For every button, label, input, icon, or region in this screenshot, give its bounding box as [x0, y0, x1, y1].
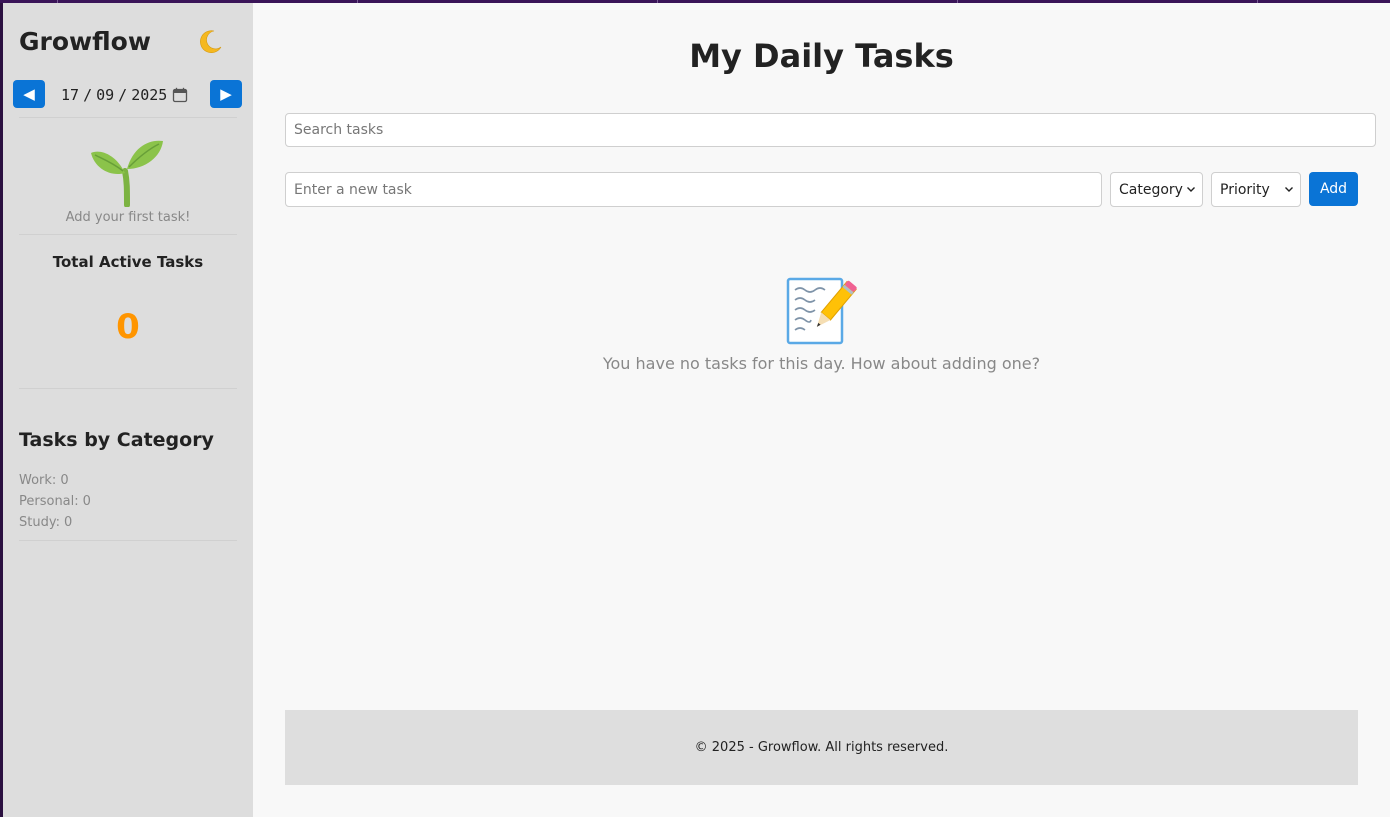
add-task-button[interactable]: Add — [1309, 172, 1358, 206]
date-picker[interactable]: 17 / 09 / 2025 — [53, 82, 203, 108]
date-separator: / — [83, 86, 93, 104]
date-month: 09 — [96, 86, 115, 104]
sidebar-divider — [19, 388, 237, 389]
category-list: Work: 0 Personal: 0 Study: 0 — [19, 470, 91, 533]
active-tasks-title: Total Active Tasks — [52, 253, 204, 271]
search-input[interactable] — [285, 113, 1376, 147]
footer-text: © 2025 - Growflow. All rights reserved. — [694, 740, 949, 755]
date-day: 17 — [61, 86, 80, 104]
chevron-down-icon — [1187, 187, 1195, 192]
moon-icon — [200, 30, 222, 53]
category-section-title: Tasks by Category — [19, 429, 214, 451]
category-select-value: Category — [1119, 181, 1183, 198]
category-select[interactable]: Category — [1110, 172, 1203, 207]
memo-icon — [786, 277, 857, 345]
category-item-study: Study: 0 — [19, 512, 91, 533]
category-item-personal: Personal: 0 — [19, 491, 91, 512]
active-tasks-count: 0 — [116, 307, 140, 347]
category-label: Personal: — [19, 494, 79, 509]
category-count: 0 — [63, 515, 73, 530]
category-count: 0 — [60, 473, 69, 488]
footer: © 2025 - Growflow. All rights reserved. — [285, 710, 1358, 785]
empty-hint: Add your first task! — [65, 210, 191, 225]
category-count: 0 — [82, 494, 91, 509]
sidebar-divider — [19, 117, 237, 118]
sprout-icon — [91, 140, 163, 207]
previous-day-button[interactable]: ◀ — [13, 80, 45, 108]
priority-select[interactable]: Priority — [1211, 172, 1301, 207]
next-day-button[interactable]: ▶ — [210, 80, 242, 108]
new-task-input[interactable] — [285, 172, 1102, 207]
sidebar: Growflow ◀ 17 / 09 / 2025 ▶ Add your fir… — [3, 3, 253, 817]
calendar-icon[interactable] — [172, 87, 188, 103]
empty-state-message: You have no tasks for this day. How abou… — [602, 354, 1041, 373]
page-title: My Daily Tasks — [689, 37, 954, 75]
chevron-down-icon — [1285, 187, 1293, 192]
sidebar-divider — [19, 540, 237, 541]
category-item-work: Work: 0 — [19, 470, 91, 491]
date-separator: / — [118, 86, 128, 104]
main-content: My Daily Tasks Category Priority Add — [253, 3, 1390, 817]
sidebar-divider — [19, 234, 237, 235]
app-container: Growflow ◀ 17 / 09 / 2025 ▶ Add your fir… — [3, 3, 1390, 817]
category-label: Work: — [19, 473, 57, 488]
brand-title: Growflow — [19, 27, 151, 56]
category-label: Study: — [19, 515, 60, 530]
priority-select-value: Priority — [1220, 181, 1270, 198]
theme-toggle-button[interactable] — [193, 25, 227, 59]
date-year: 2025 — [131, 86, 168, 104]
